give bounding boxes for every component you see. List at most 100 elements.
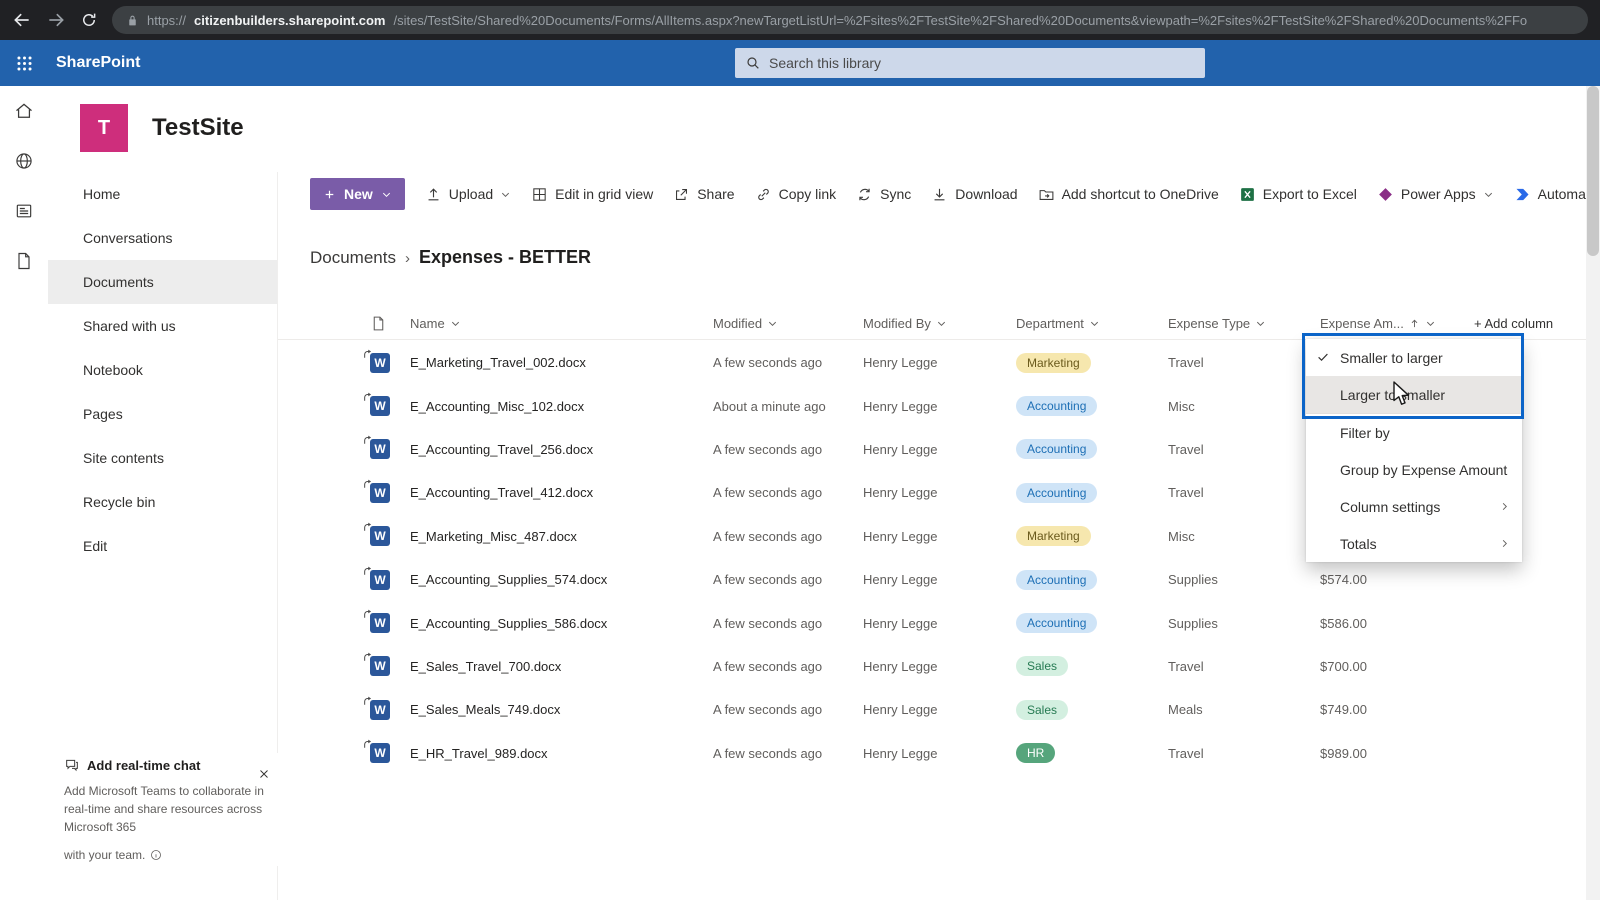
menu-item-filter-by[interactable]: Filter by bbox=[1306, 414, 1522, 451]
menu-item-group-by-expense-amount[interactable]: Group by Expense Amount bbox=[1306, 451, 1522, 488]
chevron-down-icon bbox=[381, 189, 392, 200]
column-label: Modified By bbox=[863, 316, 931, 331]
chevron-down-icon bbox=[1089, 318, 1100, 329]
library-search[interactable] bbox=[735, 48, 1205, 78]
toolbar-automat-label: Automat bbox=[1537, 186, 1586, 202]
toolbar-sync[interactable]: Sync bbox=[856, 186, 911, 203]
sidebar-item-documents[interactable]: Documents bbox=[48, 260, 277, 304]
teams-promo-card: Add real-time chat Add Microsoft Teams t… bbox=[62, 753, 297, 866]
table-row[interactable]: W E_Accounting_Supplies_574.docx A few sec… bbox=[278, 558, 1586, 601]
column-header-modified[interactable]: Modified bbox=[713, 316, 863, 331]
file-name[interactable]: E_Accounting_Travel_256.docx bbox=[410, 442, 713, 457]
toolbar-copy-link[interactable]: Copy link bbox=[755, 186, 837, 203]
column-label: Modified bbox=[713, 316, 763, 331]
vertical-scrollbar[interactable] bbox=[1586, 86, 1600, 900]
site-title[interactable]: TestSite bbox=[152, 114, 244, 142]
breadcrumb-current-folder: Expenses - BETTER bbox=[418, 247, 592, 267]
rail-document-icon[interactable] bbox=[0, 236, 48, 286]
file-name[interactable]: E_Accounting_Supplies_574.docx bbox=[410, 572, 713, 587]
modified-by-cell[interactable]: Henry Legge bbox=[863, 702, 1016, 717]
table-row[interactable]: W E_Sales_Meals_749.docx A few seconds ago… bbox=[278, 688, 1586, 731]
file-name[interactable]: E_Marketing_Misc_487.docx bbox=[410, 529, 713, 544]
share-icon bbox=[673, 186, 690, 203]
department-cell: Accounting bbox=[1016, 613, 1168, 634]
sidebar-item-notebook[interactable]: Notebook bbox=[48, 348, 277, 392]
table-row[interactable]: W E_HR_Travel_989.docx A few seconds ago He… bbox=[278, 732, 1586, 775]
modified-by-cell[interactable]: Henry Legge bbox=[863, 659, 1016, 674]
menu-item-label: Group by Expense Amount bbox=[1340, 461, 1508, 478]
refresh-icon[interactable] bbox=[80, 11, 98, 29]
rail-globe-icon[interactable] bbox=[0, 136, 48, 186]
recent-file-mark-icon bbox=[363, 347, 373, 362]
menu-item-totals[interactable]: Totals bbox=[1306, 525, 1522, 562]
table-row[interactable]: W E_Sales_Travel_700.docx A few seconds ag… bbox=[278, 645, 1586, 688]
expense-amount-cell: $989.00 bbox=[1320, 745, 1367, 761]
modified-by-cell[interactable]: Henry Legge bbox=[863, 746, 1016, 761]
file-name[interactable]: E_Accounting_Misc_102.docx bbox=[410, 399, 713, 414]
sidebar-item-site-contents[interactable]: Site contents bbox=[48, 436, 277, 480]
toolbar-upload[interactable]: Upload bbox=[425, 186, 511, 203]
modified-by-cell[interactable]: Henry Legge bbox=[863, 529, 1016, 544]
sidebar-item-edit[interactable]: Edit bbox=[48, 524, 277, 568]
toolbar-automat[interactable]: Automat bbox=[1514, 186, 1586, 203]
plus-icon bbox=[323, 188, 336, 201]
forward-icon[interactable] bbox=[46, 10, 66, 30]
file-name[interactable]: E_Sales_Travel_700.docx bbox=[410, 659, 713, 674]
modified-by-cell[interactable]: Henry Legge bbox=[863, 399, 1016, 414]
toolbar-download[interactable]: Download bbox=[931, 186, 1018, 203]
rail-home-icon[interactable] bbox=[0, 86, 48, 136]
grid-icon bbox=[531, 186, 548, 203]
upload-icon bbox=[425, 186, 442, 203]
file-name[interactable]: E_Marketing_Travel_002.docx bbox=[410, 355, 713, 370]
modified-by-cell[interactable]: Henry Legge bbox=[863, 616, 1016, 631]
toolbar-share-label: Share bbox=[697, 186, 735, 202]
back-icon[interactable] bbox=[12, 10, 32, 30]
address-bar[interactable]: https:// citizenbuilders.sharepoint.com/s… bbox=[112, 6, 1588, 34]
sharepoint-logo-text[interactable]: SharePoint bbox=[56, 54, 140, 72]
toolbar-power-apps[interactable]: Power Apps bbox=[1377, 186, 1494, 203]
site-logo[interactable]: T bbox=[80, 104, 128, 152]
expense-amount-column-menu: Smaller to larger Larger to smaller Filter… bbox=[1306, 339, 1522, 562]
file-name[interactable]: E_Accounting_Supplies_586.docx bbox=[410, 616, 713, 631]
file-name[interactable]: E_HR_Travel_989.docx bbox=[410, 746, 713, 761]
breadcrumb-documents[interactable]: Documents bbox=[310, 248, 396, 268]
sidebar-item-shared-with-us[interactable]: Shared with us bbox=[48, 304, 277, 348]
toolbar-share[interactable]: Share bbox=[673, 186, 735, 203]
search-input[interactable] bbox=[769, 55, 1195, 71]
add-column-button[interactable]: + Add column bbox=[1474, 316, 1586, 331]
scrollbar-thumb[interactable] bbox=[1587, 86, 1599, 256]
sidebar-item-conversations[interactable]: Conversations bbox=[48, 216, 277, 260]
close-icon[interactable] bbox=[257, 767, 271, 781]
new-button[interactable]: New bbox=[310, 178, 405, 210]
column-header-name[interactable]: Name bbox=[410, 316, 713, 331]
modified-by-cell[interactable]: Henry Legge bbox=[863, 355, 1016, 370]
rail-news-icon[interactable] bbox=[0, 186, 48, 236]
toolbar-copy-link-label: Copy link bbox=[778, 186, 837, 202]
modified-by-cell[interactable]: Henry Legge bbox=[863, 572, 1016, 587]
toolbar-export-to-excel[interactable]: Export to Excel bbox=[1239, 186, 1357, 203]
menu-item-smaller-to-larger[interactable]: Smaller to larger bbox=[1306, 339, 1522, 376]
menu-item-column-settings[interactable]: Column settings bbox=[1306, 488, 1522, 525]
sidebar-item-home[interactable]: Home bbox=[48, 172, 277, 216]
column-header-expense-type[interactable]: Expense Type bbox=[1168, 316, 1320, 331]
toolbar-edit-in-grid-view[interactable]: Edit in grid view bbox=[531, 186, 653, 203]
sidebar-item-recycle-bin[interactable]: Recycle bin bbox=[48, 480, 277, 524]
column-header-expense-am[interactable]: Expense Am... bbox=[1320, 316, 1474, 331]
column-header-modified-by[interactable]: Modified By bbox=[863, 316, 1016, 331]
table-row[interactable]: W E_Accounting_Supplies_586.docx A few sec… bbox=[278, 601, 1586, 644]
file-name[interactable]: E_Sales_Meals_749.docx bbox=[410, 702, 713, 717]
column-file-type[interactable] bbox=[370, 315, 410, 332]
menu-item-larger-to-smaller[interactable]: Larger to smaller bbox=[1306, 376, 1522, 413]
toolbar-add-shortcut-to-onedrive[interactable]: Add shortcut to OneDrive bbox=[1038, 186, 1219, 203]
file-name[interactable]: E_Accounting_Travel_412.docx bbox=[410, 485, 713, 500]
sidebar-item-pages[interactable]: Pages bbox=[48, 392, 277, 436]
word-file-icon: W bbox=[364, 392, 390, 417]
info-icon[interactable] bbox=[150, 849, 162, 861]
modified-by-cell[interactable]: Henry Legge bbox=[863, 442, 1016, 457]
toolbar-sync-label: Sync bbox=[880, 186, 912, 202]
app-launcher-icon[interactable] bbox=[0, 54, 48, 73]
column-header-department[interactable]: Department bbox=[1016, 316, 1168, 331]
browser-chrome: https:// citizenbuilders.sharepoint.com/s… bbox=[0, 0, 1600, 40]
modified-by-cell[interactable]: Henry Legge bbox=[863, 485, 1016, 500]
chevron-down-icon bbox=[767, 318, 778, 329]
